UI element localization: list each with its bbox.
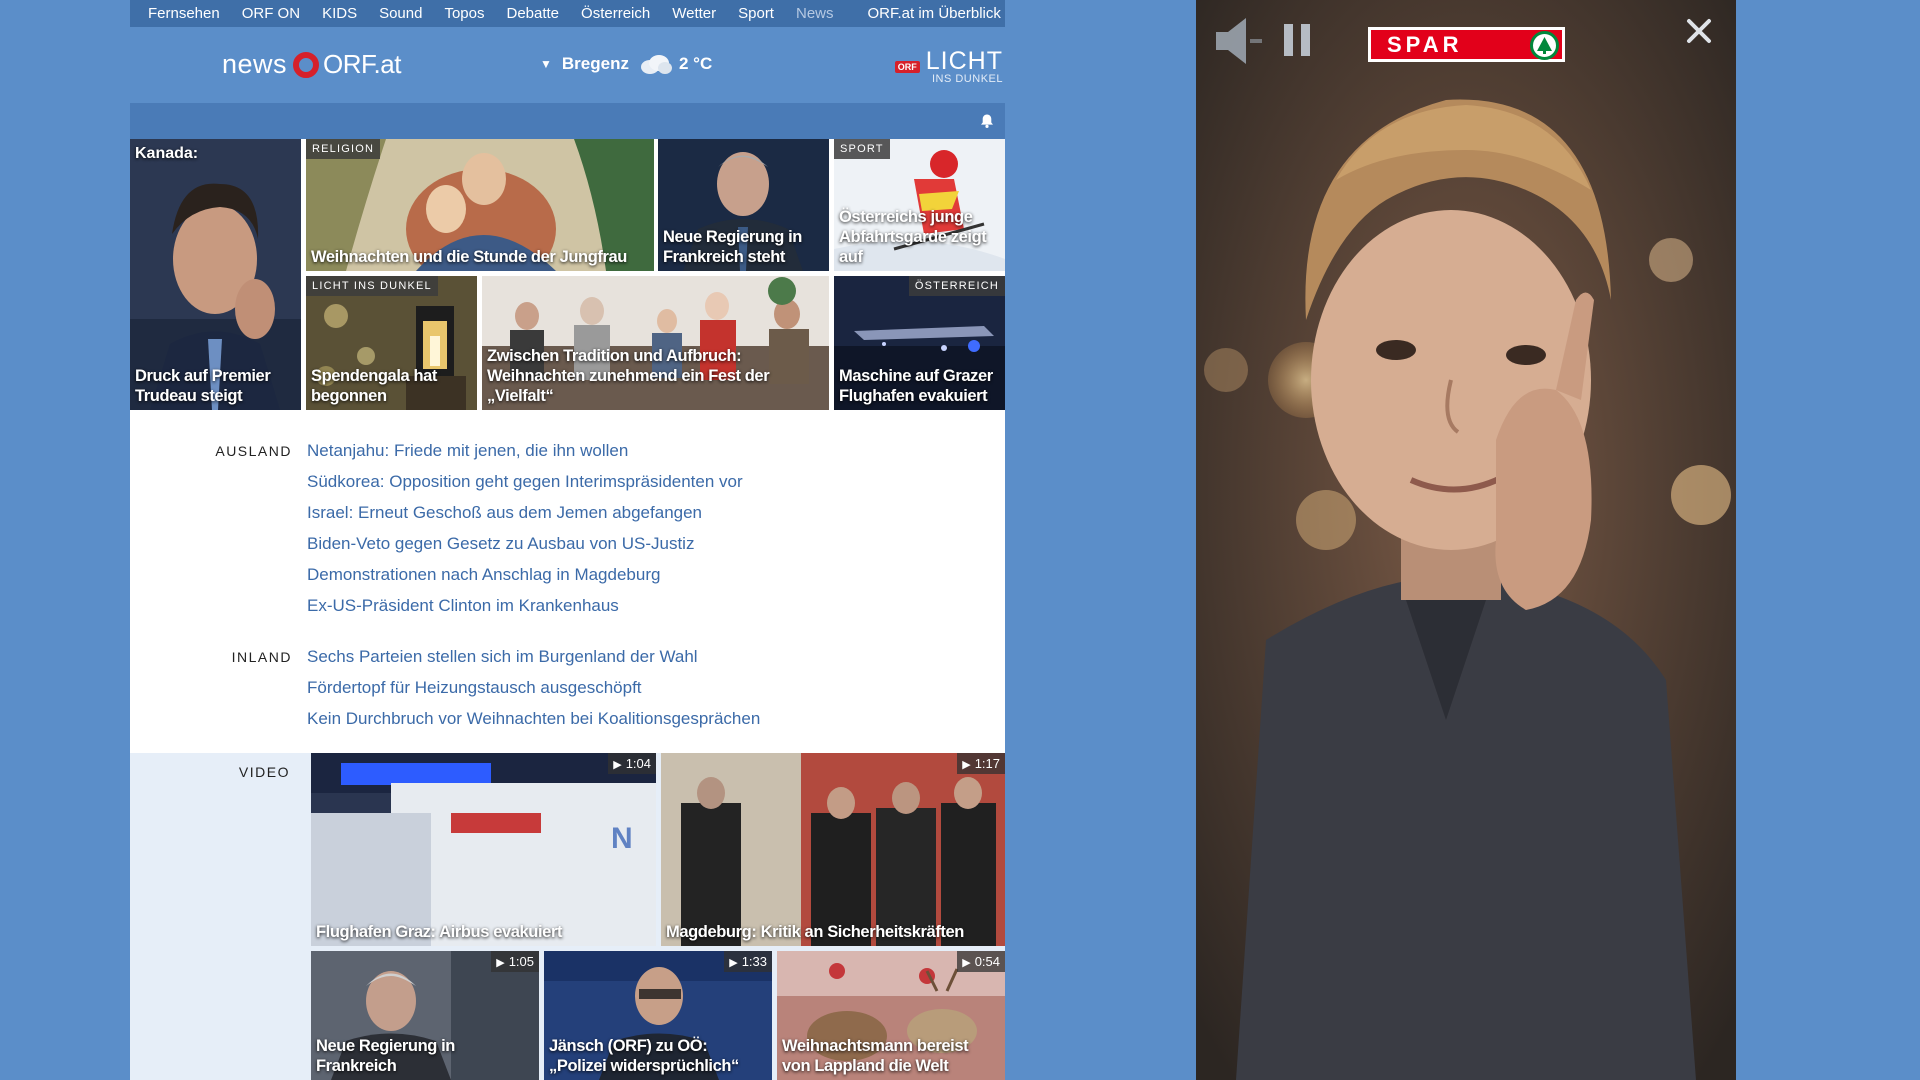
tile-caption: Maschine auf Grazer Flughafen evakuiert — [839, 367, 993, 405]
story-tile-frankreich[interactable]: Neue Regierung in Frankreich steht — [658, 139, 829, 271]
logo-news-text: news — [222, 49, 288, 79]
weather-city: Bregenz — [561, 54, 629, 73]
news-link[interactable]: Fördertopf für Heizungstausch ausgeschöp… — [307, 672, 760, 703]
tile-caption: Druck auf Premier Trudeau steigt — [135, 367, 271, 405]
tile-topic-label: Kanada: — [135, 145, 199, 162]
video-tile[interactable]: ▶ 0:54 Weihnachtsmann bereist von Lapplan… — [777, 951, 1005, 1080]
tile-caption: Spendengala hat begonnen — [311, 367, 438, 405]
cloud-icon — [639, 54, 673, 74]
play-icon: ▶ — [962, 759, 971, 771]
story-tile-vielfalt[interactable]: Zwischen Tradition und Aufbruch: Weihnac… — [482, 276, 829, 410]
police-photo — [661, 753, 1005, 946]
news-link[interactable]: Netanjahu: Friede mit jenen, die ihn wol… — [307, 435, 743, 466]
triangle-down-icon: ▼ — [540, 57, 552, 71]
tile-caption: Weihnachten und die Stunde der Jungfrau — [311, 248, 627, 266]
tile-caption: Jänsch (ORF) zu OÖ: „Polizei widersprüch… — [549, 1037, 739, 1075]
tile-caption: Magdeburg: Kritik an Sicherheitskräften — [666, 923, 964, 941]
story-tile-graz-flughafen[interactable]: ÖSTERREICH Maschine auf Grazer Flughafen… — [834, 276, 1005, 410]
video-tile[interactable]: ▶ 1:17 Magdeburg: Kritik an Sicherheitskr… — [661, 753, 1005, 946]
video-tile[interactable]: ▶ 1:05 Neue Regierung in Frankreich — [311, 951, 539, 1080]
section-label-ausland: AUSLAND — [215, 443, 292, 459]
category-tag: SPORT — [834, 139, 890, 159]
category-tag: RELIGION — [306, 139, 381, 159]
news-link[interactable]: Sechs Parteien stellen sich im Burgenlan… — [307, 641, 760, 672]
tile-caption: Flughafen Graz: Airbus evakuiert — [316, 923, 563, 941]
category-tag: ÖSTERREICH — [908, 276, 1005, 296]
nav-overview[interactable]: ORF.at im Überblick — [868, 5, 1001, 22]
section-label-video: VIDEO — [238, 764, 290, 780]
nav-kids[interactable]: KIDS — [322, 5, 357, 22]
tile-caption: Weihnachtsmann bereist von Lappland die … — [782, 1037, 969, 1075]
news-link[interactable]: Kein Durchbruch vor Weihnachten bei Koal… — [307, 703, 760, 734]
pause-icon[interactable] — [1282, 22, 1312, 58]
ad-video-frame — [1196, 0, 1736, 1080]
nav-topos[interactable]: Topos — [444, 5, 484, 22]
news-link[interactable]: Biden-Veto gegen Gesetz zu Ausbau von US… — [307, 528, 743, 559]
close-icon[interactable] — [1686, 18, 1712, 44]
news-link[interactable]: Israel: Erneut Geschoß aus dem Jemen abg… — [307, 497, 743, 528]
nav-sound[interactable]: Sound — [379, 5, 422, 22]
video-duration: ▶ 1:17 — [957, 753, 1005, 774]
story-tile-ski[interactable]: SPORT Österreichs junge Abfahrtsgarde ze… — [834, 139, 1005, 271]
tile-caption: Neue Regierung in Frankreich steht — [663, 228, 802, 266]
video-duration: ▶ 1:05 — [491, 951, 539, 972]
licht-ins-dunkel-logo[interactable]: ORF LICHT INS DUNKEL — [894, 47, 1003, 85]
main-content: Kanada: Druck auf Premier Trudeau steigt… — [130, 139, 1005, 1080]
spar-brand-text: SPAR — [1387, 31, 1463, 57]
ambulance-photo: N — [311, 753, 656, 946]
spar-tree-icon — [1530, 31, 1559, 60]
news-link[interactable]: Demonstrationen nach Anschlag in Magdebu… — [307, 559, 743, 590]
video-duration: ▶ 0:54 — [957, 951, 1005, 972]
section-label-inland: INLAND — [231, 649, 292, 665]
nav-news-active[interactable]: News — [796, 5, 834, 22]
weather-widget[interactable]: ▼ Bregenz 2 °C — [540, 54, 712, 74]
play-icon: ▶ — [962, 957, 971, 969]
licht-text: LICHT — [925, 47, 1003, 75]
top-navigation: Fernsehen ORF ON KIDS Sound Topos Debatt… — [130, 0, 1005, 27]
video-tile[interactable]: ▶ 1:33 Jänsch (ORF) zu OÖ: „Polizei wider… — [544, 951, 772, 1080]
notification-bar — [130, 103, 1005, 139]
play-icon: ▶ — [613, 759, 622, 771]
video-tile[interactable]: N ▶ 1:04 Flughafen Graz: Airbus evakuiert — [311, 753, 656, 946]
video-duration: ▶ 1:33 — [724, 951, 772, 972]
play-icon: ▶ — [729, 957, 738, 969]
news-orf-logo[interactable]: news ORF.at — [222, 49, 401, 80]
orf-badge: ORF — [894, 61, 920, 73]
story-tile-jungfrau[interactable]: RELIGION Weihnachten und die Stunde der … — [306, 139, 654, 271]
site-header: news ORF.at ▼ Bregenz 2 °C ORF LICHT INS… — [130, 27, 1005, 103]
tile-caption: Österreichs junge Abfahrtsgarde zeigt au… — [839, 208, 987, 266]
svg-text:N: N — [611, 822, 633, 855]
nav-debatte[interactable]: Debatte — [506, 5, 559, 22]
video-duration: ▶ 1:04 — [608, 753, 656, 774]
category-tag: LICHT INS DUNKEL — [306, 276, 438, 296]
tile-caption: Zwischen Tradition und Aufbruch: Weihnac… — [487, 347, 770, 405]
nav-fernsehen[interactable]: Fernsehen — [148, 5, 220, 22]
nav-oesterreich[interactable]: Österreich — [581, 5, 650, 22]
news-link[interactable]: Südkorea: Opposition geht gegen Interims… — [307, 466, 743, 497]
nav-sport[interactable]: Sport — [738, 5, 774, 22]
story-tile-spendengala[interactable]: LICHT INS DUNKEL Spendengala hat begonne… — [306, 276, 477, 410]
news-link[interactable]: Ex-US-Präsident Clinton im Krankenhaus — [307, 590, 743, 621]
ins-dunkel-text: INS DUNKEL — [931, 73, 1003, 85]
story-tile-trudeau[interactable]: Kanada: Druck auf Premier Trudeau steigt — [130, 139, 301, 410]
play-icon: ▶ — [496, 957, 505, 969]
video-ad-panel[interactable]: SPAR — [1196, 0, 1736, 1080]
speaker-muted-icon[interactable] — [1212, 14, 1266, 68]
orf-ring-icon — [293, 51, 320, 78]
nav-orf-on[interactable]: ORF ON — [242, 5, 300, 22]
spar-logo[interactable]: SPAR — [1368, 27, 1565, 62]
logo-orf-text: ORF.at — [323, 49, 401, 79]
tile-caption: Neue Regierung in Frankreich — [316, 1037, 455, 1075]
weather-temperature: 2 °C — [678, 54, 713, 73]
bell-icon[interactable] — [979, 113, 995, 129]
nav-wetter[interactable]: Wetter — [672, 5, 716, 22]
